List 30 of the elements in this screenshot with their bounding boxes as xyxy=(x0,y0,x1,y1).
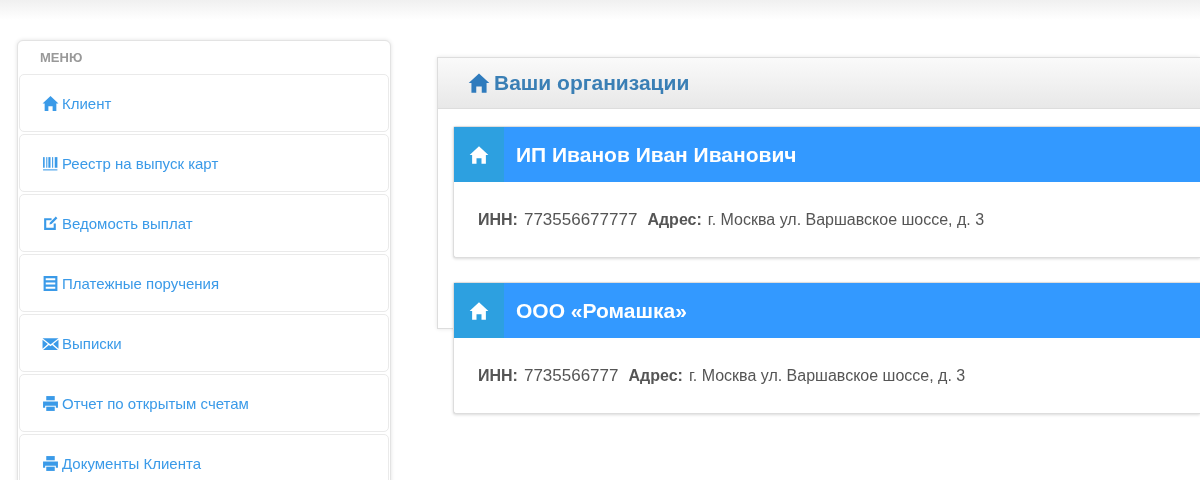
panel-title: Ваши организации xyxy=(494,71,690,95)
menu-item[interactable]: Ведомость выплат xyxy=(19,194,389,252)
inn-label: ИНН: xyxy=(478,366,518,385)
menu-item[interactable]: Выписки xyxy=(19,314,389,372)
inn-value: 7735566777 xyxy=(523,365,619,386)
menu-item[interactable]: Реестр на выпуск карт xyxy=(19,134,389,192)
home-icon xyxy=(469,144,489,165)
card-header[interactable]: ООО «Ромашка» xyxy=(454,283,1200,338)
barcode-icon xyxy=(42,154,59,172)
home-icon xyxy=(42,94,59,112)
organization-name: ИП Иванов Иван Иванович xyxy=(515,142,797,167)
card-header[interactable]: ИП Иванов Иван Иванович xyxy=(454,127,1200,182)
printer-icon xyxy=(42,454,59,472)
list-icon xyxy=(42,274,59,292)
menu-item[interactable]: Платежные поручения xyxy=(19,254,389,312)
address-value: г. Москва ул. Варшавское шоссе, д. 3 xyxy=(707,210,985,229)
printer-icon xyxy=(42,394,59,412)
menu-item[interactable]: Отчет по открытым счетам xyxy=(19,374,389,432)
menu-item[interactable]: Документы Клиента xyxy=(19,434,389,480)
menu-title: МЕНЮ xyxy=(39,49,84,67)
edit-icon xyxy=(42,214,59,232)
address-label: Адрес: xyxy=(647,210,702,229)
address-value: г. Москва ул. Варшавское шоссе, д. 3 xyxy=(688,366,966,385)
menu-item[interactable]: Клиент xyxy=(19,74,389,132)
home-icon xyxy=(468,72,490,94)
inn-label: ИНН: xyxy=(478,210,518,229)
organization-name: ООО «Ромашка» xyxy=(515,298,687,323)
address-label: Адрес: xyxy=(628,366,683,385)
home-icon xyxy=(469,300,489,321)
inn-value: 773556677777 xyxy=(523,209,638,230)
